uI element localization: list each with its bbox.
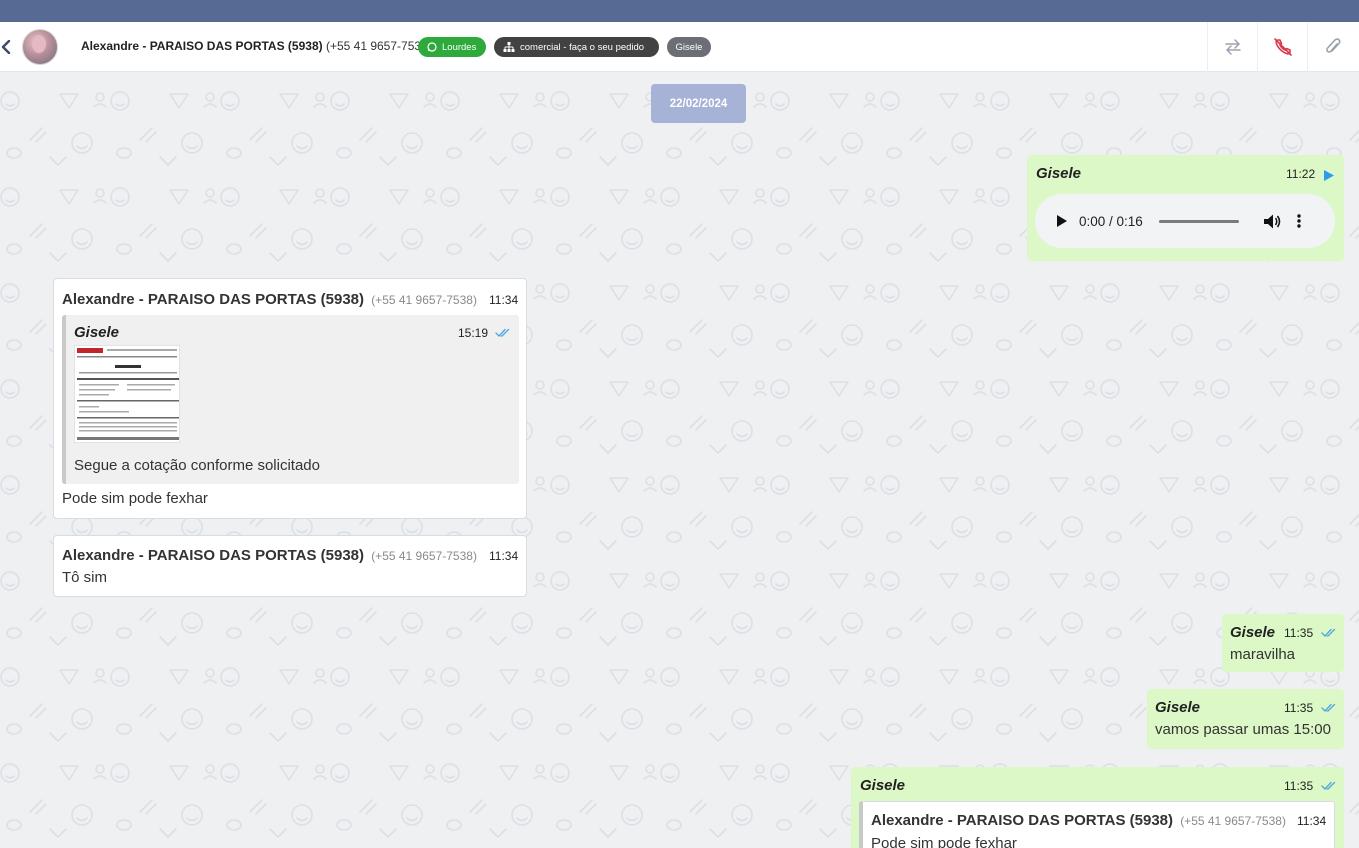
- message-sender: Gisele: [1230, 624, 1276, 641]
- message-text: Tô sim: [62, 569, 107, 586]
- message-outgoing[interactable]: Gisele 11:35 vamos passar umas 15:00: [1147, 689, 1344, 749]
- message-outgoing-reply[interactable]: Gisele 11:35 Alexandre - PARAISO DAS POR…: [851, 767, 1344, 848]
- contact-name: Alexandre - PARAISO DAS PORTAS (5938): [81, 39, 323, 53]
- message-outgoing[interactable]: Gisele 11:35 maravilha: [1222, 614, 1344, 672]
- user-tag: Gisele: [667, 37, 711, 57]
- play-icon[interactable]: [1057, 215, 1067, 227]
- date-separator: 22/02/2024: [651, 84, 746, 123]
- message-text: maravilha: [1230, 646, 1296, 663]
- message-time: 11:35: [1284, 779, 1314, 793]
- contact-title[interactable]: Alexandre - PARAISO DAS PORTAS (5938) (+…: [81, 39, 432, 53]
- read-ticks-icon: [495, 328, 510, 337]
- chat-area[interactable]: 22/02/2024 Gisele 11:22 0:00 / 0:16 Alex…: [0, 73, 1359, 848]
- whatsapp-tag-label: Lourdes: [442, 41, 477, 53]
- message-time: 11:34: [489, 293, 519, 307]
- hangup-phone-icon: [1273, 38, 1292, 56]
- user-tag-label: Gisele: [675, 41, 703, 53]
- more-options-icon[interactable]: [1297, 214, 1301, 228]
- chat-header: Alexandre - PARAISO DAS PORTAS (5938) (+…: [0, 22, 1359, 72]
- transfer-button[interactable]: [1207, 22, 1257, 72]
- document-thumbnail[interactable]: [74, 345, 180, 443]
- quoted-message[interactable]: Alexandre - PARAISO DAS PORTAS (5938) (+…: [859, 801, 1335, 848]
- sender-name: Alexandre - PARAISO DAS PORTAS (5938): [62, 547, 365, 564]
- quoted-text: Pode sim pode fexhar: [871, 835, 1017, 848]
- message-text: Pode sim pode fexhar: [62, 490, 208, 507]
- swap-arrows-icon: [1224, 39, 1241, 55]
- sender-name: Alexandre - PARAISO DAS PORTAS (5938): [871, 812, 1174, 829]
- app-top-bar: [0, 0, 1359, 22]
- message-sender: Gisele: [1036, 165, 1082, 182]
- chevron-left-icon: [1, 40, 11, 54]
- message-time: 11:35: [1284, 626, 1314, 640]
- quoted-message[interactable]: Gisele 15:19 Segue a cotação conforme so…: [62, 315, 519, 484]
- document-preview-icon: [77, 348, 179, 440]
- read-ticks-icon: [1321, 781, 1336, 790]
- message-text: vamos passar umas 15:00: [1155, 721, 1331, 738]
- message-time: 11:22: [1286, 167, 1316, 181]
- quoted-sender: Alexandre - PARAISO DAS PORTAS (5938) (+…: [871, 812, 1286, 829]
- read-ticks-icon: [1321, 628, 1336, 637]
- message-sender: Gisele: [1155, 699, 1201, 716]
- end-call-button[interactable]: [1257, 22, 1307, 72]
- sender-phone: (+55 41 9657-7538): [1180, 814, 1286, 828]
- quoted-time: 11:34: [1297, 814, 1327, 828]
- queue-tag-label: comercial - faça o seu pedido: [520, 41, 645, 53]
- message-time: 11:35: [1284, 701, 1314, 715]
- audio-time: 0:00 / 0:16: [1079, 213, 1143, 229]
- whatsapp-connection-tag: Lourdes: [418, 37, 486, 57]
- message-incoming[interactable]: Alexandre - PARAISO DAS PORTAS (5938) (+…: [53, 278, 527, 519]
- sender-name: Alexandre - PARAISO DAS PORTAS (5938): [62, 291, 365, 308]
- queue-tag: comercial - faça o seu pedido: [494, 37, 659, 57]
- message-incoming[interactable]: Alexandre - PARAISO DAS PORTAS (5938) (+…: [53, 535, 527, 597]
- message-sender: Alexandre - PARAISO DAS PORTAS (5938) (+…: [62, 547, 477, 564]
- quoted-time: 15:19: [458, 326, 489, 340]
- message-time: 11:34: [489, 549, 519, 563]
- volume-icon[interactable]: [1263, 214, 1281, 229]
- audio-player[interactable]: 0:00 / 0:16: [1035, 194, 1335, 248]
- sitemap-icon: [503, 42, 515, 52]
- avatar[interactable]: [22, 29, 58, 65]
- back-button[interactable]: [0, 35, 12, 59]
- message-sender: Alexandre - PARAISO DAS PORTAS (5938) (+…: [62, 291, 477, 308]
- audio-progress-track[interactable]: [1158, 219, 1239, 223]
- attach-button[interactable]: [1307, 22, 1357, 72]
- sender-phone: (+55 41 9657-7538): [371, 293, 477, 307]
- pending-send-icon: [1324, 170, 1334, 181]
- quoted-sender: Gisele: [74, 324, 120, 341]
- message-sender: Gisele: [860, 777, 906, 794]
- whatsapp-icon: [427, 42, 437, 52]
- paperclip-icon: [1325, 38, 1341, 53]
- contact-phone: (+55 41 9657-7538): [325, 39, 432, 53]
- sender-phone: (+55 41 9657-7538): [371, 549, 477, 563]
- quoted-caption: Segue a cotação conforme solicitado: [74, 457, 320, 474]
- read-ticks-icon: [1321, 703, 1336, 712]
- message-outgoing-audio[interactable]: Gisele 11:22 0:00 / 0:16: [1027, 155, 1344, 261]
